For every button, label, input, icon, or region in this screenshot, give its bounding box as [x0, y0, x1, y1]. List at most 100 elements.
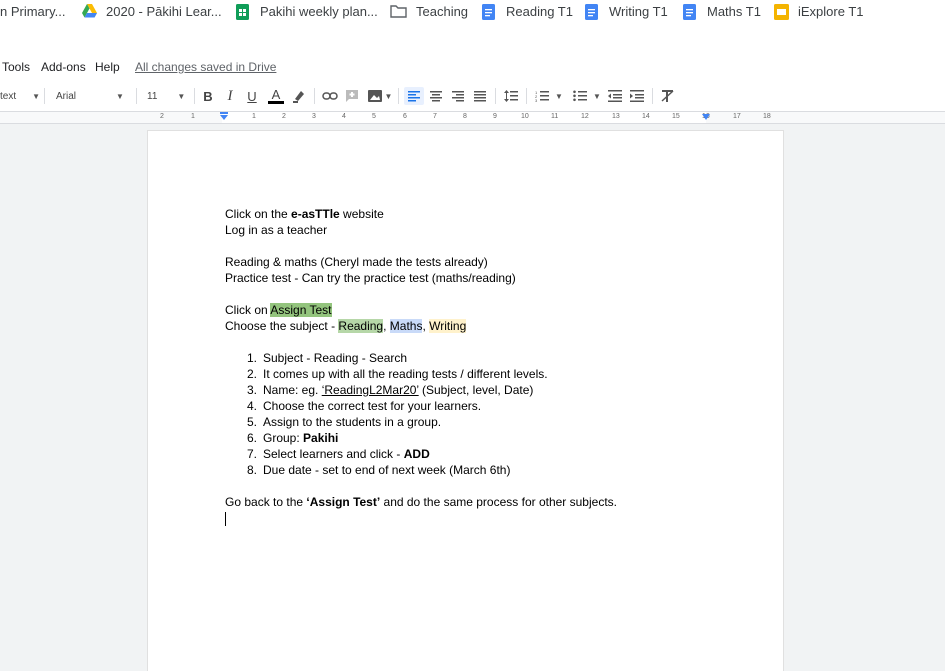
saved-status-link[interactable]: All changes saved in Drive: [135, 60, 276, 74]
list-item-text: Assign to the students in a group.: [263, 415, 442, 429]
menu-add-ons[interactable]: Add-ons: [41, 60, 86, 74]
ruler-tick: 18: [763, 113, 771, 120]
bookmark-item[interactable]: Pakihi weekly plan...: [236, 2, 378, 20]
font-size-value: 11: [147, 90, 158, 102]
list-item-text: Group:: [263, 431, 304, 445]
bookmark-item[interactable]: n Primary...: [0, 2, 66, 20]
font-select[interactable]: Arial ▼: [56, 87, 130, 105]
clear-formatting-icon[interactable]: [659, 87, 675, 105]
svg-text:3: 3: [535, 98, 538, 102]
highlighted-text: Writing: [429, 319, 467, 333]
toolbar: text ▼ Arial ▼ 11 ▼ B I U A ▼ 1 2 3 ▼ ▼: [0, 80, 945, 112]
bookmark-label: Writing T1: [609, 3, 668, 19]
text-color-icon[interactable]: A: [268, 87, 284, 105]
folder-icon: [390, 4, 407, 19]
font-value: Arial: [56, 90, 77, 102]
align-right-icon[interactable]: [450, 87, 466, 105]
numbered-list: 1. Subject - Reading - Search 2. It comes …: [225, 350, 617, 478]
bookmark-label: n Primary...: [0, 3, 66, 19]
doc-line: Choose the subject - Reading, Maths, Wri…: [225, 318, 617, 334]
list-number: 2.: [246, 367, 257, 381]
bookmark-item[interactable]: Reading T1: [482, 2, 573, 20]
ruler-tick: 7: [433, 113, 437, 120]
chevron-down-icon: ▼: [177, 91, 186, 101]
italic-icon[interactable]: I: [223, 87, 237, 105]
align-left-icon[interactable]: [404, 87, 424, 105]
font-size-select[interactable]: 11 ▼: [147, 87, 189, 105]
divider: [194, 88, 195, 104]
list-item: 1. Subject - Reading - Search: [225, 350, 617, 366]
chevron-down-icon: ▼: [116, 91, 124, 101]
menu-tools[interactable]: Tools: [2, 60, 30, 74]
numbered-list-icon[interactable]: 123 ▼: [534, 87, 564, 105]
doc-line: Click on Assign Test: [225, 302, 617, 318]
sheets-icon: [236, 3, 251, 20]
divider: [314, 88, 315, 104]
ruler-tick: 2: [160, 113, 164, 120]
bookmark-label: iExplore T1: [798, 3, 864, 19]
ruler-tick: 5: [372, 113, 376, 120]
doc-bold-text: ‘Assign Test’: [306, 495, 381, 509]
ruler-tick: 4: [342, 113, 346, 120]
right-indent-marker[interactable]: [701, 112, 711, 122]
ruler-tick: 9: [493, 113, 497, 120]
list-item-text: Due date - set to end of next week (Marc…: [263, 463, 511, 477]
list-item: 6. Group: Pakihi: [225, 430, 617, 446]
doc-blank-line: [225, 286, 617, 302]
decrease-indent-icon[interactable]: [607, 87, 623, 105]
ruler-tick: 3: [312, 113, 316, 120]
bookmark-item[interactable]: Writing T1: [585, 2, 668, 20]
list-item-text: Subject - Reading - Search: [263, 351, 408, 365]
align-center-icon[interactable]: [428, 87, 444, 105]
underline-icon[interactable]: U: [245, 87, 259, 105]
list-number: 6.: [246, 431, 257, 445]
list-number: 3.: [246, 383, 257, 397]
bookmark-item[interactable]: Teaching: [390, 2, 468, 20]
style-select[interactable]: text ▼: [0, 87, 40, 105]
ruler-tick: 12: [581, 113, 589, 120]
doc-line: Go back to the ‘Assign Test’ and do the …: [225, 494, 617, 510]
line-spacing-icon[interactable]: [502, 87, 520, 105]
list-number: 8.: [246, 463, 257, 477]
bookmark-item[interactable]: iExplore T1: [774, 2, 864, 20]
left-indent-marker[interactable]: [219, 112, 229, 122]
increase-indent-icon[interactable]: [629, 87, 645, 105]
menu-help[interactable]: Help: [95, 60, 120, 74]
bookmark-item[interactable]: Maths T1: [683, 2, 761, 20]
comment-icon[interactable]: [344, 87, 360, 105]
list-item: 4. Choose the correct test for your learn…: [225, 398, 617, 414]
list-number: 5.: [246, 415, 257, 429]
divider: [495, 88, 496, 104]
ruler-tick: 14: [642, 113, 650, 120]
doc-bold-text: Pakihi: [303, 431, 339, 445]
ruler[interactable]: 2 1 1 2 3 4 5 6 7 8 9 10 11 12 13 14 15 …: [0, 112, 945, 124]
doc-text: Choose the subject -: [225, 319, 339, 333]
bold-icon[interactable]: B: [201, 87, 215, 105]
ruler-tick: 13: [612, 113, 620, 120]
docs-icon: [482, 3, 497, 20]
doc-line: Click on the e-asTTle website: [225, 206, 617, 222]
bookmarks-bar: n Primary... 2020 - Pākihi Lear... Pakih…: [0, 0, 945, 22]
divider: [398, 88, 399, 104]
slides-icon: [774, 3, 789, 20]
drive-icon: [82, 3, 97, 19]
bookmark-item[interactable]: 2020 - Pākihi Lear...: [82, 2, 222, 20]
doc-line: Log in as a teacher: [225, 223, 328, 237]
bookmark-label: Maths T1: [707, 3, 761, 19]
bulleted-list-icon[interactable]: ▼: [572, 87, 602, 105]
chevron-down-icon: ▼: [32, 91, 41, 101]
divider: [526, 88, 527, 104]
insert-image-icon[interactable]: ▼: [366, 87, 394, 105]
ruler-tick: 15: [672, 113, 680, 120]
document-body[interactable]: Click on the e-asTTle website Log in as …: [225, 206, 617, 526]
doc-text: Click on: [225, 303, 271, 317]
align-justify-icon[interactable]: [472, 87, 488, 105]
bookmark-label: Teaching: [416, 3, 469, 19]
highlight-icon[interactable]: [291, 87, 307, 105]
doc-text: website: [339, 207, 384, 221]
doc-line: [225, 510, 617, 526]
list-number: 7.: [246, 447, 257, 461]
doc-text: Go back to the: [225, 495, 307, 509]
link-icon[interactable]: [321, 87, 339, 105]
doc-text: and do the same process for other subjec…: [380, 495, 617, 509]
